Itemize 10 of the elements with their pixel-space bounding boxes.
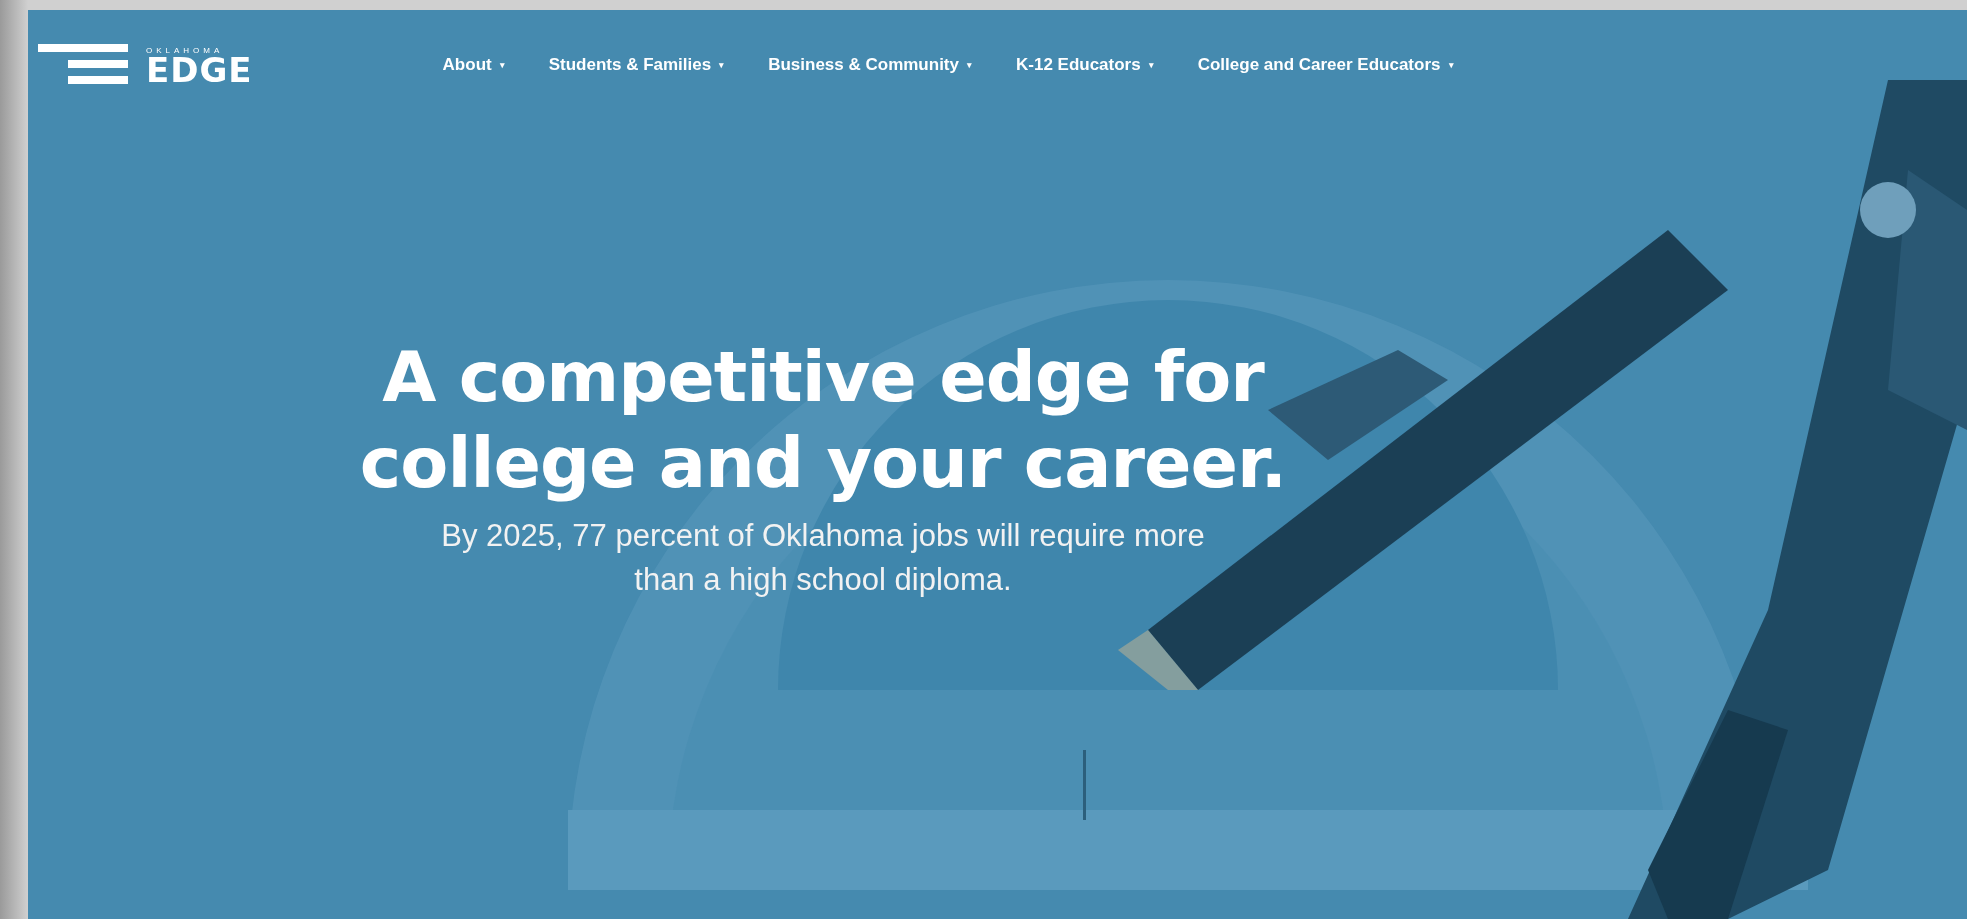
nav-link[interactable]: Business & Community ▾ [768,55,972,75]
logo-bars-icon [38,44,128,86]
nav-link[interactable]: About ▾ [442,55,505,75]
hero-headline: A competitive edge for college and your career. [358,335,1288,506]
nav-link[interactable]: Students & Families ▾ [548,55,725,75]
logo-caption: OKLAHOMA [146,45,224,55]
logo-wordmark: EDGE [146,54,253,85]
hero-subtitle: By 2025, 77 percent of Oklahoma jobs will require more than a high school diploma. [440,517,1206,599]
nav-link[interactable]: K-12 Educators ▾ [1016,55,1154,75]
nav-link[interactable]: College and Career Educators ▾ [1197,55,1454,75]
